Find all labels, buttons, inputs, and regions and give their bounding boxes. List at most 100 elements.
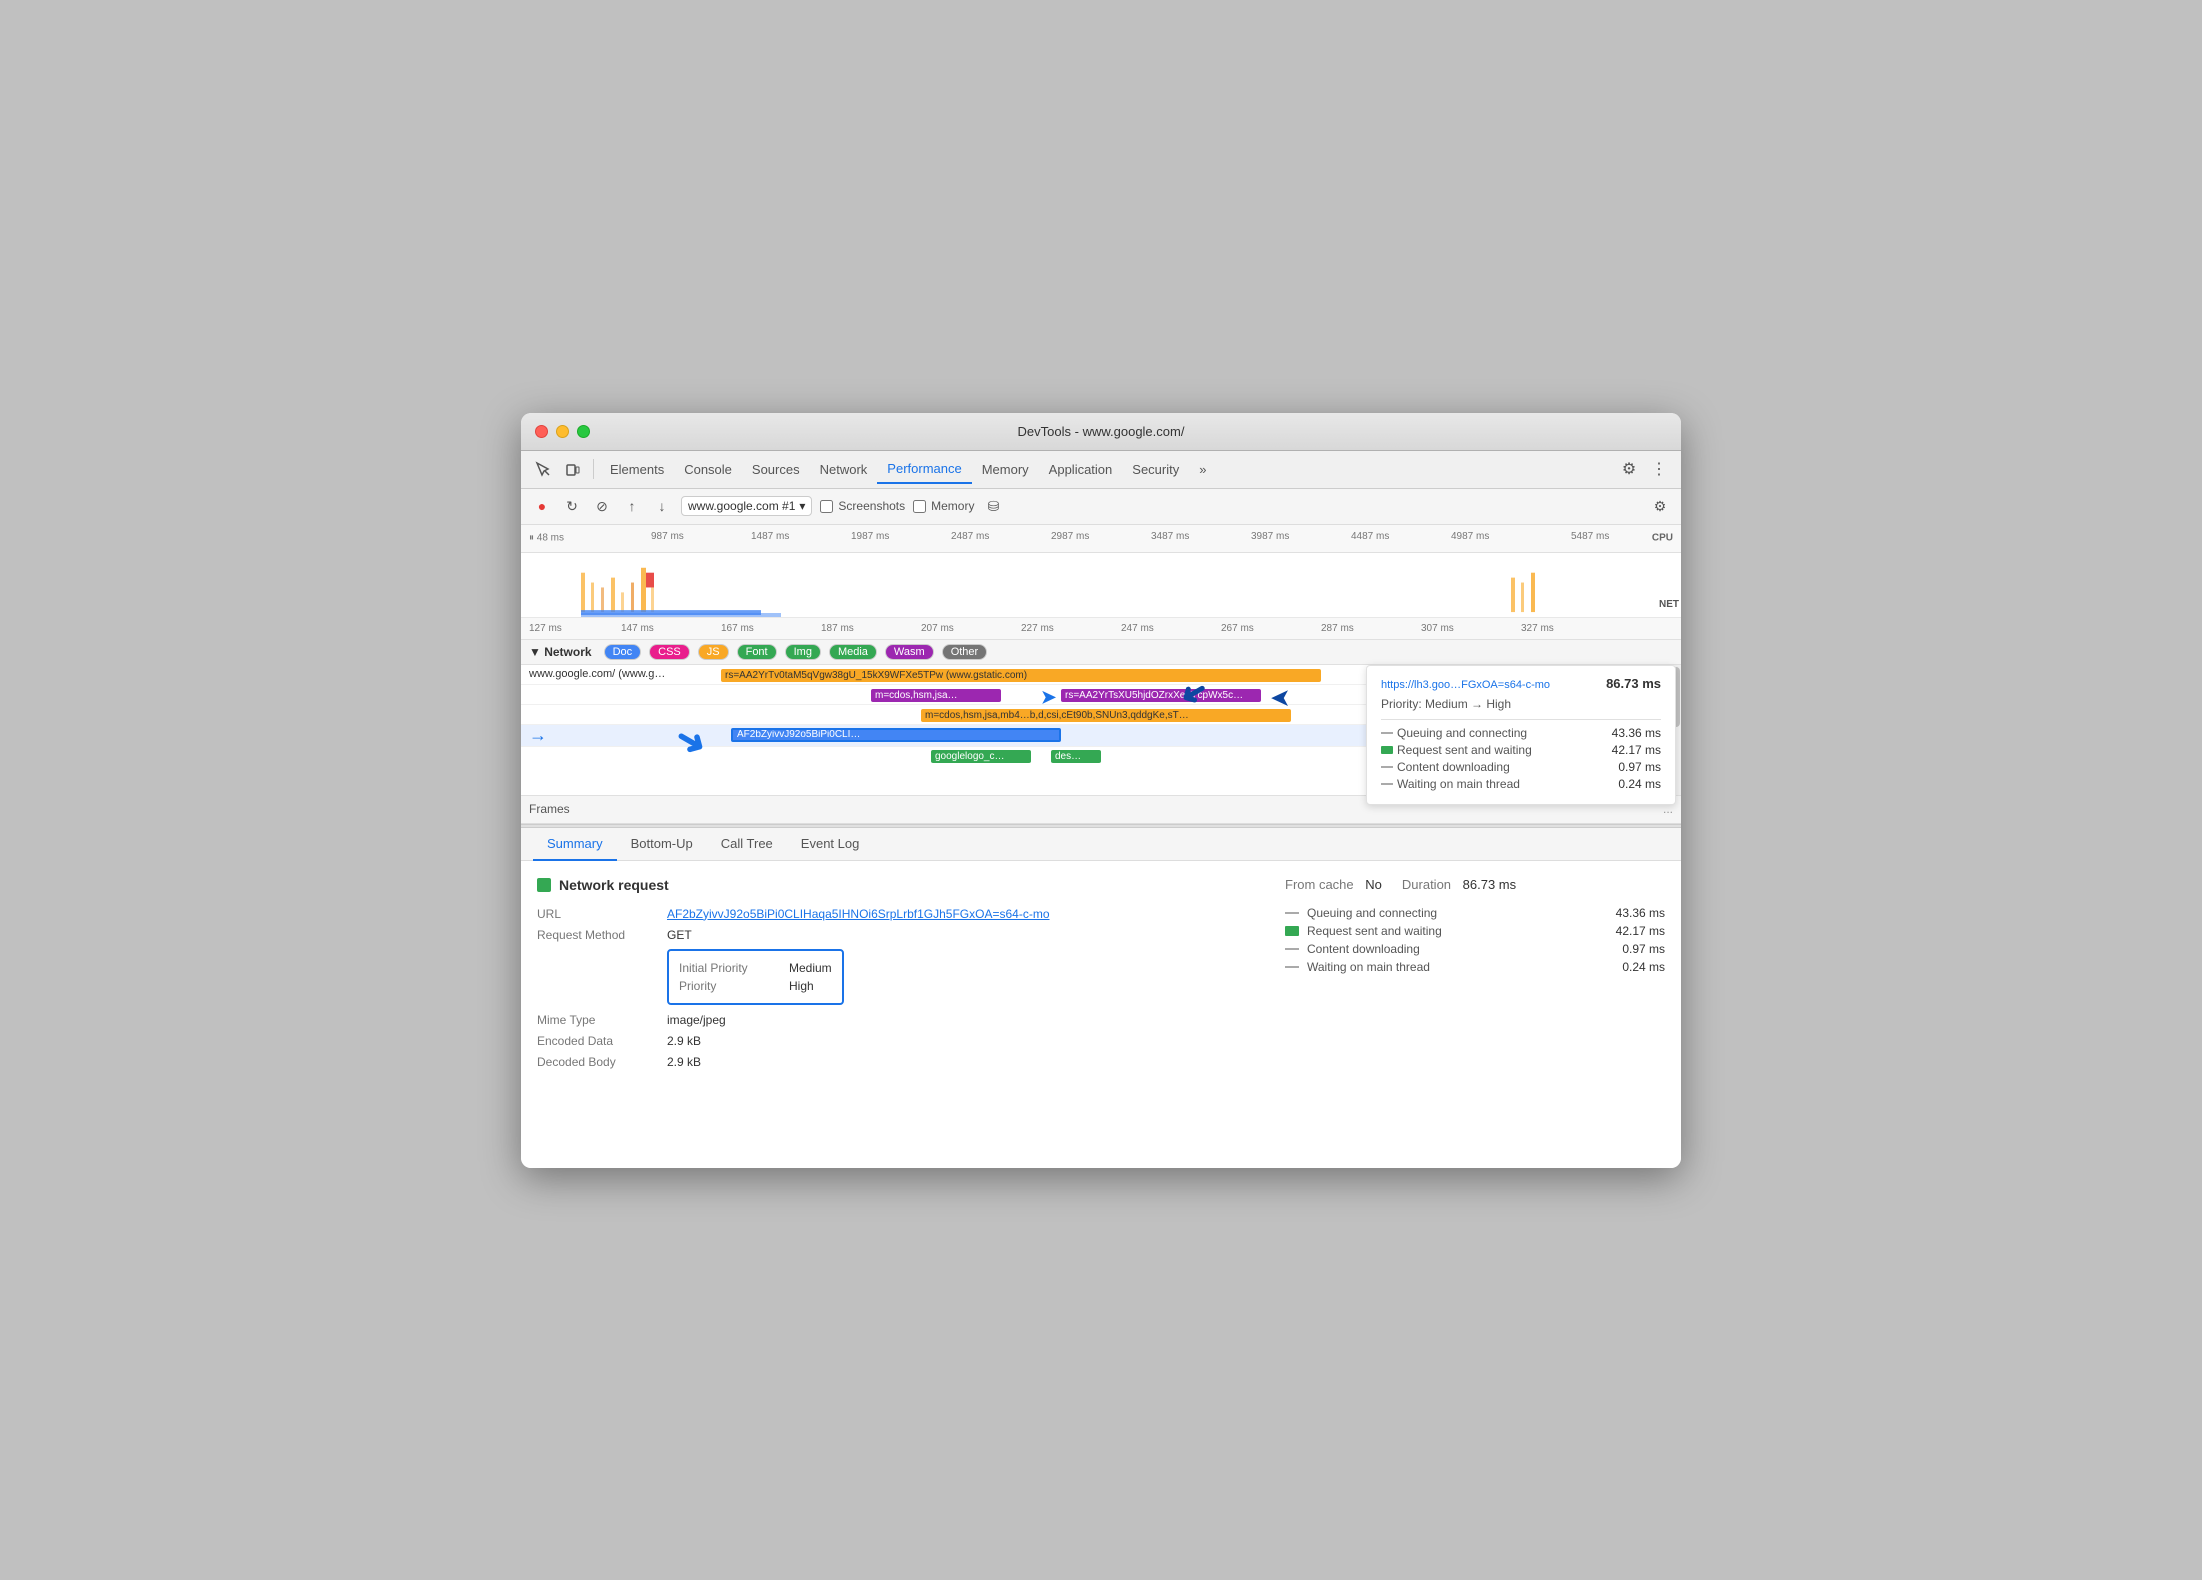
net-ruler-127: 127 ms	[521, 623, 562, 634]
url-dropdown-icon: ▾	[799, 499, 805, 513]
summary-right-panel: From cache No Duration 86.73 ms Queuing …	[1285, 877, 1665, 1076]
initial-priority-label: Initial Priority	[679, 961, 789, 975]
row2-bar2-text: rs=AA2YrTsXU5hjdOZrxXehYcpWx5c…	[1065, 690, 1243, 701]
row2-bar1: m=cdos,hsm,jsa…	[871, 689, 1001, 702]
net-ruler-287: 287 ms	[1321, 623, 1354, 634]
screenshots-checkbox-group: Screenshots	[820, 499, 905, 513]
filter-media[interactable]: Media	[829, 644, 877, 660]
row2-bar1-text: m=cdos,hsm,jsa…	[875, 690, 958, 701]
tab-elements[interactable]: Elements	[600, 456, 674, 485]
svg-text:NET: NET	[1659, 599, 1679, 610]
tab-summary[interactable]: Summary	[533, 828, 617, 861]
net-ruler-307: 307 ms	[1421, 623, 1454, 634]
row3-bar-text: m=cdos,hsm,jsa,mb4…b,d,csi,cEt90b,SNUn3,…	[925, 710, 1189, 721]
inspect-icon[interactable]	[529, 455, 557, 483]
row2-bar2: rs=AA2YrTsXU5hjdOZrxXehYcpWx5c…	[1061, 689, 1261, 702]
filter-img[interactable]: Img	[785, 644, 821, 660]
screenshots-checkbox[interactable]	[820, 500, 833, 513]
network-filter-bar: ▼ Network Doc CSS JS Font Img Media Wasm…	[521, 640, 1681, 665]
filter-js[interactable]: JS	[698, 644, 729, 660]
priority-value: High	[789, 979, 814, 993]
devtools-toolbar: Elements Console Sources Network Perform…	[521, 451, 1681, 489]
memory-checkbox[interactable]	[913, 500, 926, 513]
memory-settings-icon[interactable]: ⛁	[982, 495, 1004, 517]
net-ruler-247: 247 ms	[1121, 623, 1154, 634]
clear-button[interactable]: ⊘	[591, 495, 613, 517]
ruler-label-2487: 2487 ms	[951, 531, 989, 542]
tooltip-queuing-val: 43.36 ms	[1612, 726, 1661, 740]
window-title: DevTools - www.google.com/	[1018, 424, 1185, 439]
ruler-label-2987: 2987 ms	[1051, 531, 1089, 542]
tab-event-log[interactable]: Event Log	[787, 828, 874, 861]
summary-content: Network request URL AF2bZyivvJ92o5BiPi0C…	[521, 861, 1681, 1092]
perf-toolbar: ● ↻ ⊘ ↑ ↓ www.google.com #1 ▾ Screenshot…	[521, 489, 1681, 525]
timing-queuing: Queuing and connecting 43.36 ms	[1285, 906, 1665, 920]
network-rows-container: www.google.com/ (www.g… rs=AA2YrTv0taM5q…	[521, 665, 1681, 795]
url-link[interactable]: AF2bZyivvJ92o5BiPi0CLIHaqa5IHNOi6SrpLrbf…	[667, 907, 1050, 921]
refresh-record-button[interactable]: ↻	[561, 495, 583, 517]
encoded-data-value: 2.9 kB	[667, 1034, 701, 1048]
more-icon[interactable]: ⋮	[1645, 455, 1673, 483]
tab-bottom-up[interactable]: Bottom-Up	[617, 828, 707, 861]
row4-bar-text: AF2bZyivvJ92o5BiPi0CLI…	[737, 729, 860, 740]
titlebar: DevTools - www.google.com/	[521, 413, 1681, 451]
cpu-chart-svg: NET	[521, 553, 1681, 617]
tab-security[interactable]: Security	[1122, 456, 1189, 485]
record-button[interactable]: ●	[531, 495, 553, 517]
row5-bar1-text: googlelogo_c…	[935, 751, 1005, 762]
tab-memory[interactable]: Memory	[972, 456, 1039, 485]
priority-row: Priority High	[679, 979, 832, 993]
ruler-label-4487: 4487 ms	[1351, 531, 1389, 542]
timing-box-icon-2	[1285, 926, 1299, 936]
filter-font[interactable]: Font	[737, 644, 777, 660]
timing-request: Request sent and waiting 42.17 ms	[1285, 924, 1665, 938]
close-button[interactable]	[535, 425, 548, 438]
row5-bar2: des…	[1051, 750, 1101, 763]
tab-application[interactable]: Application	[1039, 456, 1123, 485]
url-value: www.google.com #1	[688, 499, 795, 513]
selection-range[interactable]	[581, 613, 781, 617]
tab-performance[interactable]: Performance	[877, 455, 971, 484]
capture-settings-icon[interactable]: ⚙	[1649, 495, 1671, 517]
ruler-pause-icon: ⏸ 48 ms	[529, 533, 564, 544]
tooltip-request-label: Request sent and waiting	[1381, 743, 1532, 757]
net-ruler-267: 267 ms	[1221, 623, 1254, 634]
cpu-label: CPU	[1652, 533, 1673, 544]
timing-content-val: 0.97 ms	[1622, 942, 1665, 956]
filter-doc[interactable]: Doc	[604, 644, 642, 660]
tab-sources[interactable]: Sources	[742, 456, 810, 485]
net-ruler-167: 167 ms	[721, 623, 754, 634]
tab-console[interactable]: Console	[674, 456, 742, 485]
tooltip-content-label: Content downloading	[1381, 760, 1510, 774]
timing-content: Content downloading 0.97 ms	[1285, 942, 1665, 956]
device-toolbar-icon[interactable]	[559, 455, 587, 483]
filter-wasm[interactable]: Wasm	[885, 644, 934, 660]
download-button[interactable]: ↓	[651, 495, 673, 517]
minimize-button[interactable]	[556, 425, 569, 438]
url-selector[interactable]: www.google.com #1 ▾	[681, 496, 812, 516]
decoded-body-row: Decoded Body 2.9 kB	[537, 1055, 1245, 1069]
tab-network[interactable]: Network	[810, 456, 878, 485]
tooltip-priority: Priority: Medium → High	[1381, 697, 1661, 711]
duration-value: 86.73 ms	[1463, 877, 1516, 892]
tab-call-tree[interactable]: Call Tree	[707, 828, 787, 861]
filter-css[interactable]: CSS	[649, 644, 690, 660]
tooltip-content-val: 0.97 ms	[1618, 760, 1661, 774]
filter-other[interactable]: Other	[942, 644, 988, 660]
mime-type-value: image/jpeg	[667, 1013, 726, 1027]
maximize-button[interactable]	[577, 425, 590, 438]
decoded-body-value: 2.9 kB	[667, 1055, 701, 1069]
ruler-label-987: 987 ms	[651, 531, 684, 542]
priority-spacer	[537, 949, 667, 1005]
timing-queuing-label: Queuing and connecting	[1285, 906, 1437, 920]
blue-arrow-row4: →	[529, 725, 547, 745]
tab-more[interactable]: »	[1189, 456, 1216, 485]
timing-line-icon-4	[1285, 966, 1299, 968]
memory-label: Memory	[931, 499, 974, 513]
ruler-label-1487: 1487 ms	[751, 531, 789, 542]
upload-button[interactable]: ↑	[621, 495, 643, 517]
settings-icon[interactable]: ⚙	[1615, 455, 1643, 483]
row5-bar1: googlelogo_c…	[931, 750, 1031, 763]
cpu-net-chart[interactable]: NET	[521, 553, 1681, 618]
devtools-window: DevTools - www.google.com/ Elements Cons…	[521, 413, 1681, 1168]
